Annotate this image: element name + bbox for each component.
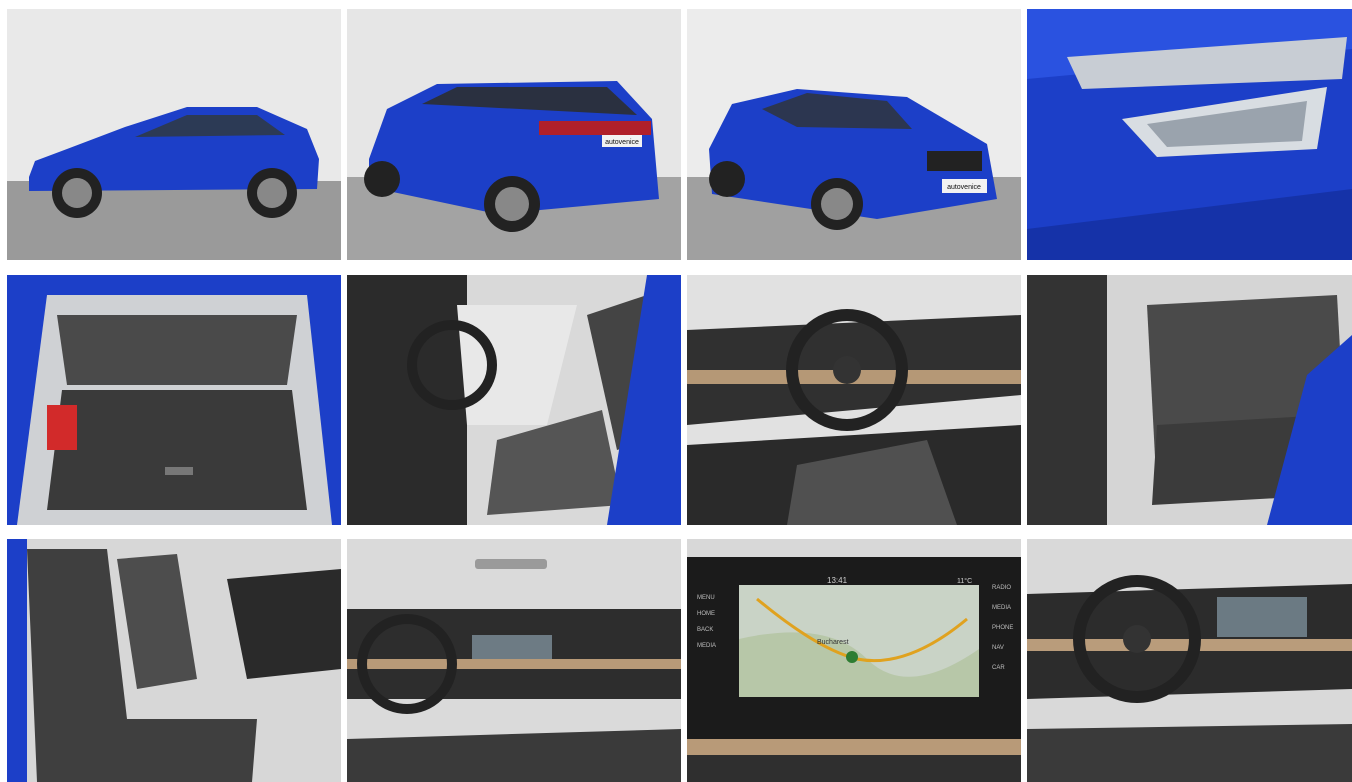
nav-left-menu-3[interactable]: MEDIA: [697, 643, 716, 649]
nav-right-menu-3[interactable]: NAV: [992, 645, 1004, 651]
photo-gallery: autovenice autovenice 13:41 11°C Buchare…: [7, 9, 1352, 782]
photo-infotainment-navigation[interactable]: 13:41 11°C Bucharest MENU HOME BACK MEDI…: [687, 539, 1021, 782]
photo-dashboard-overview[interactable]: [347, 539, 681, 782]
photo-exterior-front-three-quarter[interactable]: autovenice: [687, 9, 1021, 260]
photo-steering-wheel-interior[interactable]: [687, 275, 1021, 525]
nav-place: Bucharest: [817, 639, 849, 646]
photo-trunk-open[interactable]: [7, 275, 341, 525]
nav-time: 13:41: [827, 576, 848, 585]
photo-headlight-detail[interactable]: [1027, 9, 1352, 260]
photo-front-seats-side[interactable]: [7, 539, 341, 782]
plate-text: autovenice: [605, 139, 639, 146]
photo-driver-seat-interior[interactable]: [347, 275, 681, 525]
nav-temp: 11°C: [957, 577, 972, 585]
nav-left-menu-0[interactable]: MENU: [697, 595, 715, 601]
nav-right-menu-1[interactable]: MEDIA: [992, 605, 1011, 611]
plate-text: autovenice: [947, 184, 981, 191]
photo-rear-seats[interactable]: [1027, 275, 1352, 525]
photo-exterior-rear-three-quarter[interactable]: autovenice: [347, 9, 681, 260]
nav-right-menu-0[interactable]: RADIO: [992, 585, 1011, 591]
photo-exterior-side-view[interactable]: [7, 9, 341, 260]
photo-cockpit-view[interactable]: [1027, 539, 1352, 782]
nav-right-menu-4[interactable]: CAR: [992, 665, 1005, 671]
nav-right-menu-2[interactable]: PHONE: [992, 625, 1013, 631]
nav-left-menu-1[interactable]: HOME: [697, 611, 715, 617]
nav-left-menu-2[interactable]: BACK: [697, 627, 713, 633]
